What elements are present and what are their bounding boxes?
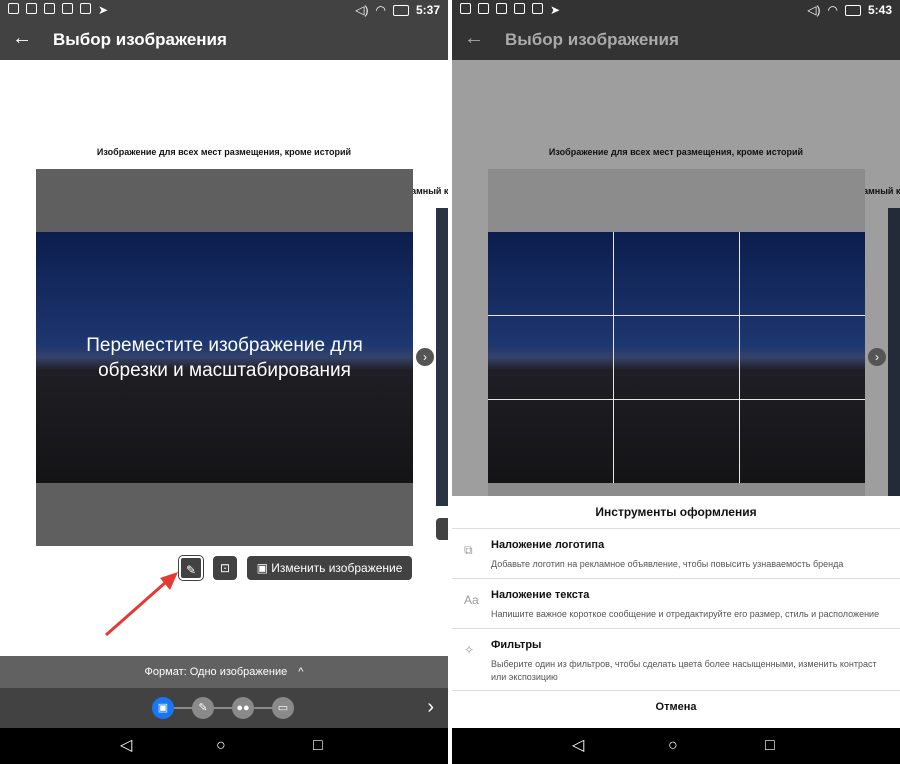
change-image-label: Изменить изображение <box>271 561 403 575</box>
status-bar: ➤ ◁) ◠ 5:43 <box>452 0 900 20</box>
tool-title: Наложение текста <box>491 589 590 601</box>
next-arrow-button[interactable]: › <box>416 348 434 366</box>
nav-home-button[interactable]: ○ <box>216 736 226 756</box>
tiktok-icon <box>460 3 471 14</box>
tool-description: Напишите важное короткое сообщение и отр… <box>491 609 880 619</box>
format-bar[interactable]: Формат: Одно изображение ^ <box>0 656 448 688</box>
bag-icon <box>532 3 543 14</box>
crop-grid-line <box>488 315 865 316</box>
nav-back-button[interactable]: ◁ <box>120 736 132 756</box>
gallery-icon <box>478 3 489 14</box>
sheet-title: Инструменты оформления <box>452 496 900 529</box>
ad-image[interactable] <box>488 232 865 483</box>
wifi-icon: ◠ <box>375 3 386 17</box>
battery-icon <box>392 4 409 16</box>
mail-icon <box>514 3 525 14</box>
tool-title: Фильтры <box>491 639 542 651</box>
wifi-icon: ◠ <box>827 3 838 17</box>
step-audience-icon[interactable]: ●● <box>232 697 254 719</box>
bag-icon <box>80 3 91 14</box>
page-title: Выбор изображения <box>53 30 227 49</box>
clock: 5:43 <box>867 3 892 17</box>
format-label: Формат: Одно изображение <box>144 666 288 678</box>
step-edit-icon[interactable]: ✎ <box>192 697 214 719</box>
back-button[interactable]: ← <box>464 28 484 48</box>
next-placement-image-icon <box>436 518 448 540</box>
chevron-up-icon: ^ <box>298 666 304 678</box>
tool-text-overlay[interactable]: Aa Наложение текста Напишите важное коро… <box>452 579 900 629</box>
crop-icon: ⊡ <box>219 561 231 575</box>
mute-icon: ◁) <box>355 3 369 17</box>
nav-recent-button[interactable]: □ <box>313 736 323 756</box>
back-button[interactable]: ← <box>12 28 32 48</box>
placement-caption: Изображение для всех мест размещения, кр… <box>548 147 804 157</box>
telegram-icon: ➤ <box>550 3 561 17</box>
annotation-arrow <box>105 572 178 637</box>
tool-logo-overlay[interactable]: ⧉ Наложение логотипа Добавьте логотип на… <box>452 529 900 579</box>
clock: 5:37 <box>415 3 440 17</box>
tiktok-icon <box>8 3 19 14</box>
status-bar: ➤ ◁) ◠ 5:37 <box>0 0 448 20</box>
image-icon: ▣ <box>256 561 268 575</box>
next-placement-preview[interactable] <box>888 208 900 506</box>
cancel-button[interactable]: Отмена <box>452 691 900 724</box>
tool-title: Наложение логотипа <box>491 539 605 551</box>
tool-filters[interactable]: ✧ Фильтры Выберите один из фильтров, что… <box>452 629 900 691</box>
next-arrow-button[interactable]: › <box>868 348 886 366</box>
text-overlay-icon: Aa <box>464 593 479 607</box>
tool-description: Добавьте логотип на рекламное объявление… <box>491 559 844 569</box>
telegram-icon: ➤ <box>98 3 109 17</box>
right-screenshot: ➤ ◁) ◠ 5:43 ← Выбор изображения Изображе… <box>452 0 900 764</box>
nav-recent-button[interactable]: □ <box>765 736 775 756</box>
step-payment-icon[interactable]: ▭ <box>272 697 294 719</box>
app-bar: ← Выбор изображения <box>452 20 900 60</box>
app-bar: ← Выбор изображения <box>0 20 448 60</box>
nav-back-button[interactable]: ◁ <box>572 736 584 756</box>
tool-description: Выберите один из фильтров, чтобы сделать… <box>491 659 877 682</box>
filters-icon: ✧ <box>464 643 475 657</box>
nav-home-button[interactable]: ○ <box>668 736 678 756</box>
step-bar: ▣ ✎ ●● ▭ › <box>0 688 448 728</box>
page-title: Выбор изображения <box>505 30 679 49</box>
gallery-icon <box>26 3 37 14</box>
crop-grid-line <box>613 232 614 483</box>
placement-caption: Изображение для всех мест размещения, кр… <box>96 147 352 157</box>
mute-icon: ◁) <box>807 3 821 17</box>
step-image-icon[interactable]: ▣ <box>152 697 174 719</box>
change-image-button[interactable]: ▣ Изменить изображение <box>247 556 412 580</box>
next-step-button[interactable]: › <box>427 696 434 719</box>
next-placement-preview[interactable] <box>436 208 448 506</box>
battery-icon <box>844 4 861 16</box>
crop-grid-line <box>739 232 740 483</box>
crop-button[interactable]: ⊡ <box>213 556 237 580</box>
logo-overlay-icon: ⧉ <box>464 543 473 557</box>
crop-grid-line <box>488 399 865 400</box>
notification-icons: ➤ <box>460 3 560 17</box>
system-nav-bar: ◁ ○ □ <box>452 728 900 764</box>
design-tools-sheet: Инструменты оформления ⧉ Наложение логот… <box>452 496 900 728</box>
crop-hint-line1: Переместите изображение для <box>86 335 363 356</box>
system-nav-bar: ◁ ○ □ <box>0 728 448 764</box>
instagram-icon <box>44 3 55 14</box>
instagram-icon <box>496 3 507 14</box>
crop-hint: Переместите изображение для обрезки и ма… <box>36 333 413 383</box>
crop-hint-line2: обрезки и масштабирования <box>98 360 351 381</box>
left-screenshot: ➤ ◁) ◠ 5:37 ← Выбор изображения Изображе… <box>0 0 448 764</box>
notification-icons: ➤ <box>8 3 108 17</box>
mail-icon <box>62 3 73 14</box>
